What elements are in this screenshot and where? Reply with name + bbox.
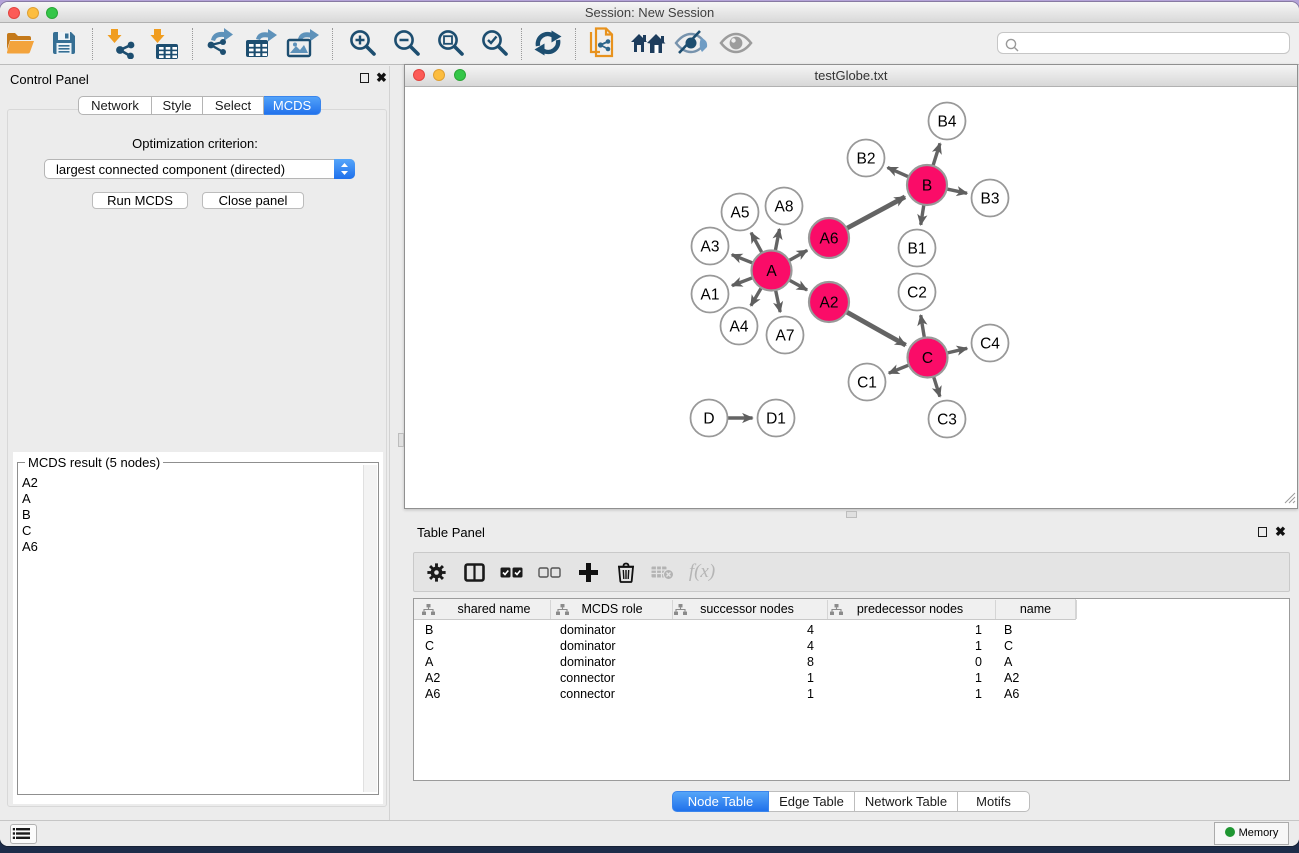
svg-text:D: D	[703, 411, 714, 428]
svg-text:C1: C1	[857, 375, 877, 392]
svg-text:A8: A8	[775, 199, 794, 216]
svg-text:C4: C4	[980, 336, 1000, 353]
svg-text:B1: B1	[908, 241, 927, 258]
svg-text:A2: A2	[820, 295, 839, 312]
svg-text:D1: D1	[766, 411, 786, 428]
svg-text:A4: A4	[730, 319, 749, 336]
svg-text:A7: A7	[776, 328, 795, 345]
svg-text:A: A	[766, 263, 777, 280]
svg-text:A6: A6	[820, 231, 839, 248]
svg-text:A3: A3	[701, 239, 720, 256]
svg-text:B3: B3	[981, 191, 1000, 208]
svg-text:A1: A1	[701, 287, 720, 304]
svg-text:C: C	[922, 350, 933, 367]
svg-text:C3: C3	[937, 412, 957, 429]
svg-text:B2: B2	[857, 151, 876, 168]
svg-text:B: B	[922, 178, 932, 195]
svg-text:C2: C2	[907, 285, 927, 302]
svg-text:B4: B4	[938, 114, 957, 131]
svg-text:A5: A5	[731, 205, 750, 222]
